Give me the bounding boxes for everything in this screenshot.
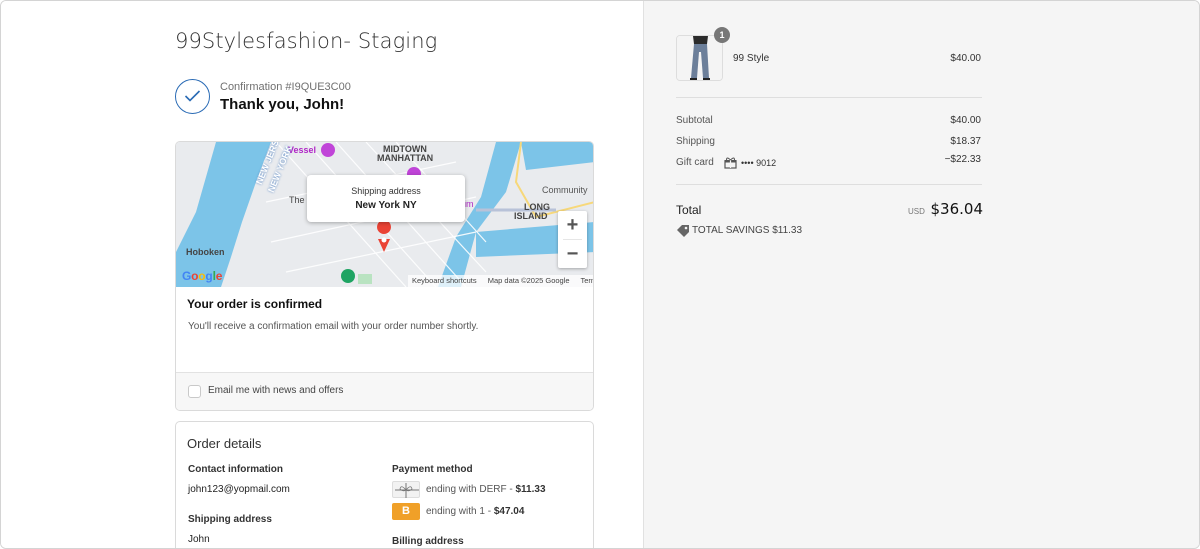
map-label-island: ISLAND bbox=[514, 211, 548, 221]
map-label-the: The bbox=[289, 195, 305, 205]
total-value: $36.04 bbox=[930, 200, 984, 218]
map-data-text: Map data ©2025 Google bbox=[487, 276, 570, 285]
order-confirmed-text: You'll receive a confirmation email with… bbox=[188, 321, 479, 332]
item-name: 99 Style bbox=[733, 53, 770, 64]
order-summary: 1 99 Style $40.00 Subtotal $40.00 Shippi… bbox=[643, 1, 1199, 548]
main-column: 99Stylesfashion- Staging Confirmation #I… bbox=[1, 1, 643, 548]
billing-heading: Billing address bbox=[392, 536, 464, 547]
gift-card-label: Gift card bbox=[676, 157, 714, 168]
payment-row-b: ending with 1 - $47.04 bbox=[426, 506, 524, 517]
google-logo[interactable]: Google bbox=[182, 269, 222, 283]
total-savings: TOTAL SAVINGS $11.33 bbox=[692, 225, 803, 236]
map-label-manhattan: MANHATTAN bbox=[377, 153, 434, 163]
shipping-label: Shipping bbox=[676, 136, 715, 147]
check-circle-icon bbox=[175, 79, 210, 114]
map-label-hoboken: Hoboken bbox=[186, 247, 225, 257]
currency-code: USD bbox=[908, 207, 925, 216]
payment-2-amount: $47.04 bbox=[493, 506, 525, 517]
map-label-community: Community bbox=[542, 185, 588, 195]
shop-name[interactable]: 99Stylesfashion- Staging bbox=[175, 29, 437, 53]
contact-email: john123@yopmail.com bbox=[188, 484, 290, 495]
newsletter-row[interactable]: Email me with news and offers bbox=[176, 373, 593, 410]
shipping-map[interactable]: Vessel MIDTOWN MANHATTAN NEW JERSEY NEW … bbox=[176, 142, 593, 287]
order-details-title: Order details bbox=[187, 436, 262, 451]
item-price: $40.00 bbox=[950, 53, 981, 64]
newsletter-checkbox[interactable] bbox=[188, 385, 201, 398]
gift-card-value: −$22.33 bbox=[944, 154, 981, 165]
payment-heading: Payment method bbox=[392, 464, 473, 475]
order-confirmed-title: Your order is confirmed bbox=[187, 297, 323, 311]
map-attribution: Keyboard shortcuts Map data ©2025 Google… bbox=[408, 275, 593, 287]
bubble-title: Shipping address bbox=[351, 186, 421, 196]
shipping-value: $18.37 bbox=[950, 136, 981, 147]
summary-divider bbox=[676, 184, 982, 185]
keyboard-shortcuts-link[interactable]: Keyboard shortcuts bbox=[412, 276, 477, 285]
order-details-card: Order details Contact information john12… bbox=[175, 421, 594, 548]
bubble-address: New York NY bbox=[355, 200, 417, 211]
gift-card-mask: •••• 9012 bbox=[741, 158, 777, 168]
gift-card-icon bbox=[392, 481, 420, 498]
payment-1-amount: $11.33 bbox=[515, 484, 546, 495]
subtotal-value: $40.00 bbox=[950, 115, 981, 126]
payment-badge-b: B bbox=[392, 503, 420, 520]
shipping-heading: Shipping address bbox=[188, 514, 272, 525]
contact-heading: Contact information bbox=[188, 464, 283, 475]
order-status-card: Vessel MIDTOWN MANHATTAN NEW JERSEY NEW … bbox=[175, 141, 594, 411]
gift-icon bbox=[724, 156, 737, 174]
zoom-out-button[interactable]: − bbox=[558, 240, 587, 268]
summary-divider bbox=[676, 97, 982, 98]
map-zoom-controls: + − bbox=[558, 211, 587, 268]
shipping-address-bubble: Shipping address New York NY bbox=[307, 175, 465, 222]
zoom-in-button[interactable]: + bbox=[558, 211, 587, 239]
payment-2-text: ending with 1 - bbox=[426, 506, 494, 517]
confirmation-number: Confirmation #I9QUE3C00 bbox=[220, 81, 351, 93]
subtotal-label: Subtotal bbox=[676, 115, 713, 126]
shipping-name: John bbox=[188, 534, 210, 545]
thank-you-heading: Thank you, John! bbox=[220, 96, 345, 113]
checkout-window: 99Stylesfashion- Staging Confirmation #I… bbox=[0, 0, 1200, 549]
tag-icon bbox=[676, 224, 690, 242]
terms-link[interactable]: Terms bbox=[581, 276, 593, 285]
total-label: Total bbox=[676, 203, 702, 217]
quantity-badge: 1 bbox=[714, 27, 730, 43]
payment-1-text: ending with DERF - bbox=[426, 484, 516, 495]
newsletter-label[interactable]: Email me with news and offers bbox=[208, 385, 343, 396]
payment-row-giftcard: ending with DERF - $11.33 bbox=[426, 484, 546, 495]
product-thumbnail bbox=[676, 35, 723, 81]
